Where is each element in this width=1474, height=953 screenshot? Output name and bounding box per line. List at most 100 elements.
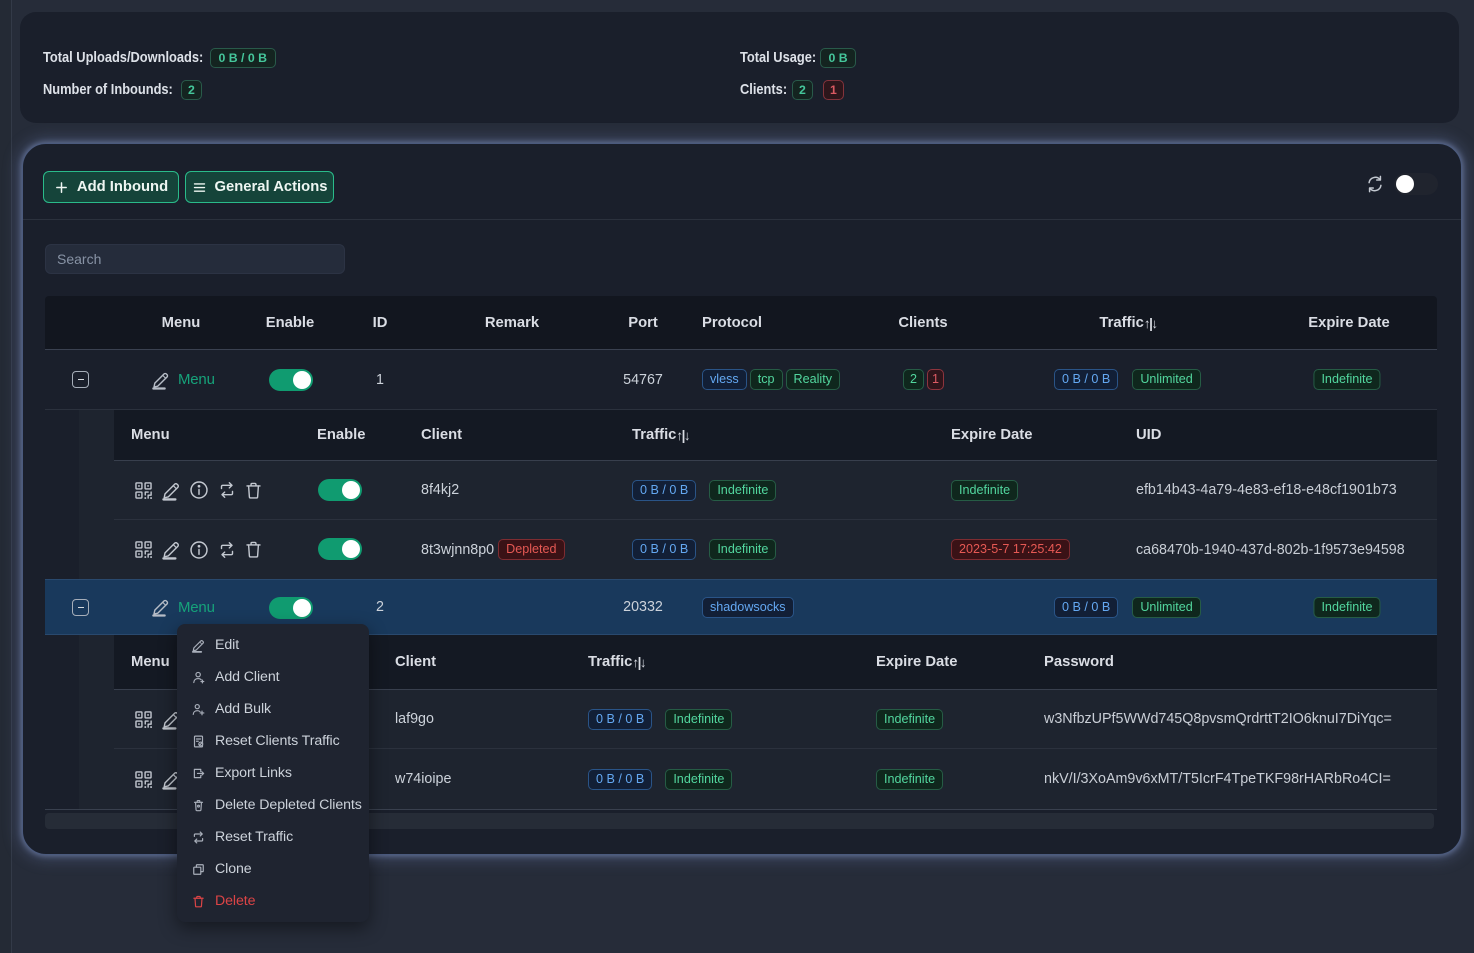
menu-item-delete-depleted-clients[interactable]: Delete Depleted Clients — [177, 789, 369, 821]
cell-expire: Indefinite — [876, 690, 943, 748]
edit-pencil-icon — [151, 597, 171, 617]
collapse-row-button[interactable] — [72, 371, 89, 388]
col-uid: UID — [1136, 410, 1161, 460]
client-row-8t3wjnn8p0: 8t3wjnn8p0 Depleted 0 B / 0 B Indefinite… — [114, 520, 1437, 579]
sort-arrows-icon: ↑|↓ — [1144, 316, 1157, 331]
search-input[interactable] — [45, 244, 345, 274]
reset-traffic-icon — [191, 830, 206, 845]
stat-value-badge: 0 B — [820, 48, 856, 68]
menu-item-add-client[interactable]: Add Client — [177, 661, 369, 693]
enable-toggle[interactable] — [269, 597, 313, 619]
col-client: Client — [395, 635, 436, 689]
cell-expire: Indefinite — [876, 749, 943, 809]
user-icon — [191, 670, 206, 685]
stat-value-badge: 0 B / 0 B — [210, 48, 276, 68]
toggle-knob — [1396, 175, 1414, 193]
refresh-icon[interactable] — [1365, 174, 1385, 194]
cell-client: 8f4kj2 — [421, 461, 459, 519]
menu-item-label: Delete — [215, 893, 255, 909]
info-icon[interactable] — [188, 479, 210, 501]
traffic-badge: 0 B / 0 B — [632, 539, 696, 560]
col-expire-date: Expire Date — [876, 635, 957, 689]
col-traffic[interactable]: Traffic↑|↓ — [632, 410, 689, 460]
menu-item-delete[interactable]: Delete — [177, 885, 369, 917]
toggle-knob — [293, 371, 311, 389]
col-port: Port — [628, 296, 658, 350]
cell-port: 54767 — [623, 350, 663, 409]
expire-badge: Indefinite — [1313, 369, 1380, 390]
cell-expire: Indefinite — [1313, 350, 1380, 409]
cell-clients: 2 1 — [903, 350, 944, 409]
row-menu-button[interactable]: Menu — [151, 370, 215, 390]
clients-panel-1: Menu Enable Client Traffic↑|↓ Expire Dat… — [79, 410, 1437, 579]
menu-item-edit[interactable]: Edit — [177, 629, 369, 661]
general-actions-button[interactable]: General Actions — [185, 171, 334, 203]
col-menu: Menu — [131, 410, 170, 460]
traffic-total-badge: Indefinite — [665, 709, 732, 730]
col-traffic[interactable]: Traffic↑|↓ — [1099, 296, 1156, 350]
cell-password: nkV/I/3XoAm9v6xMT/T5IcrF4TpeTKF98rHARbRo… — [1044, 749, 1391, 809]
cell-client: w74ioipe — [395, 749, 451, 809]
info-icon[interactable] — [188, 539, 210, 561]
qrcode-icon[interactable] — [133, 709, 154, 730]
traffic-badge: 0 B / 0 B — [1054, 369, 1118, 390]
menu-item-label: Export Links — [215, 765, 292, 781]
edit-pencil-icon — [151, 370, 171, 390]
traffic-total-badge: Unlimited — [1132, 369, 1201, 390]
menu-item-export-links[interactable]: Export Links — [177, 757, 369, 789]
user-add-icon — [191, 702, 206, 717]
menu-item-label: Reset Traffic — [215, 829, 293, 845]
protocol-tag: vless — [702, 369, 747, 390]
client-enable-toggle[interactable] — [318, 538, 362, 560]
sort-arrows-icon: ↑|↓ — [632, 655, 645, 670]
traffic-label: Traffic — [588, 654, 632, 670]
edit-client-icon[interactable] — [161, 480, 182, 501]
collapse-row-button[interactable] — [72, 599, 89, 616]
reset-traffic-icon[interactable] — [217, 540, 237, 560]
qrcode-icon[interactable] — [133, 539, 154, 560]
reset-traffic-icon[interactable] — [217, 480, 237, 500]
col-password: Password — [1044, 635, 1114, 689]
menu-item-reset-clients-traffic[interactable]: Reset Clients Traffic — [177, 725, 369, 757]
rest-trash-icon — [191, 798, 206, 813]
cell-menu: Menu — [151, 350, 215, 409]
menu-item-add-bulk[interactable]: Add Bulk — [177, 693, 369, 725]
expire-badge: Indefinite — [1313, 597, 1380, 618]
qrcode-icon[interactable] — [133, 480, 154, 501]
cell-protocol: shadowsocks — [702, 580, 794, 634]
traffic-badge: 0 B / 0 B — [1054, 597, 1118, 618]
enable-toggle[interactable] — [269, 369, 313, 391]
protocol-tag: Reality — [786, 369, 841, 390]
expire-badge: 2023-5-7 17:25:42 — [951, 539, 1070, 560]
stat-clients-active-badge: 2 — [792, 80, 813, 100]
cell-traffic: 0 B / 0 B Indefinite — [632, 461, 776, 519]
col-menu: Menu — [162, 296, 201, 350]
menu-item-clone[interactable]: Clone — [177, 853, 369, 885]
toggle-knob — [293, 599, 311, 617]
col-expire-date: Expire Date — [951, 410, 1032, 460]
col-protocol: Protocol — [702, 296, 762, 350]
traffic-badge: 0 B / 0 B — [588, 769, 652, 790]
menu-item-label: Add Bulk — [215, 701, 271, 717]
delete-client-icon[interactable] — [243, 539, 264, 560]
cell-expire: Indefinite — [1313, 580, 1380, 634]
traffic-label: Traffic — [632, 427, 676, 443]
add-inbound-button[interactable]: Add Inbound — [43, 171, 179, 203]
edit-client-icon[interactable] — [161, 539, 182, 560]
cell-traffic: 0 B / 0 B Indefinite — [588, 690, 732, 748]
menu-item-reset-traffic[interactable]: Reset Traffic — [177, 821, 369, 853]
inbound-context-menu: Edit Add Client Add Bulk Reset Clients T… — [177, 624, 369, 922]
row-menu-button[interactable]: Menu — [151, 597, 215, 617]
delete-client-icon[interactable] — [243, 480, 264, 501]
menu-label: Menu — [178, 599, 215, 616]
client-enable-toggle[interactable] — [318, 479, 362, 501]
menu-item-label: Add Client — [215, 669, 279, 685]
traffic-badge: 0 B / 0 B — [588, 709, 652, 730]
traffic-total-badge: Indefinite — [709, 539, 776, 560]
cell-expire: 2023-5-7 17:25:42 — [951, 520, 1070, 579]
general-actions-label: General Actions — [215, 179, 328, 195]
stat-label: Total Uploads/Downloads: — [43, 50, 203, 66]
col-traffic[interactable]: Traffic↑|↓ — [588, 635, 645, 689]
dark-mode-toggle[interactable] — [1394, 173, 1438, 195]
qrcode-icon[interactable] — [133, 769, 154, 790]
